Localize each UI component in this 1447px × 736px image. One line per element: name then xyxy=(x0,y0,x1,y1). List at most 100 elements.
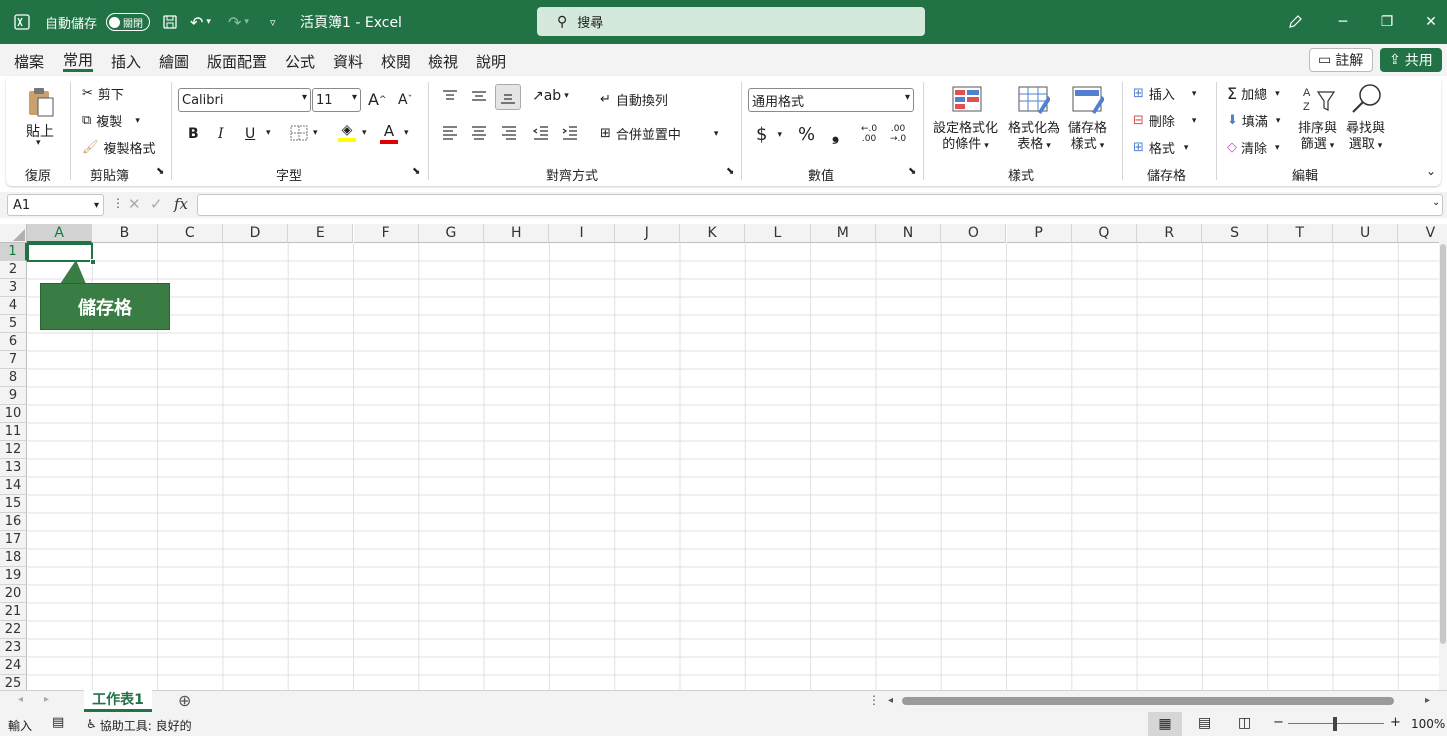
number-launcher-icon[interactable]: ⬊ xyxy=(908,166,916,177)
wrap-text-button[interactable]: ↵ 自動換列 xyxy=(600,90,668,109)
insert-cells-button[interactable]: ⊞ 插入 ▾ xyxy=(1133,84,1196,103)
font-launcher-icon[interactable]: ⬊ xyxy=(412,166,420,177)
column-header-a[interactable]: A xyxy=(27,224,93,243)
comma-button[interactable]: ❟ xyxy=(832,124,839,145)
page-break-view-icon[interactable]: ◫ xyxy=(1238,715,1251,731)
row-header-9[interactable]: 9 xyxy=(0,387,27,405)
sort-filter-button[interactable]: 排序與 篩選 ▾ xyxy=(1298,121,1337,154)
number-format-combo[interactable]: 通用格式 ▾ xyxy=(748,88,914,112)
row-header-7[interactable]: 7 xyxy=(0,351,27,369)
clear-button[interactable]: ◇ 清除 ▾ xyxy=(1227,138,1280,157)
fill-handle[interactable] xyxy=(90,259,96,265)
page-layout-view-icon[interactable]: ▤ xyxy=(1198,715,1211,731)
tab-view[interactable]: 檢視 xyxy=(428,50,458,72)
increase-decimal-button[interactable]: ←.0.00 xyxy=(861,124,877,144)
font-color-button[interactable]: A xyxy=(380,122,398,144)
paste-icon[interactable] xyxy=(26,86,56,118)
conditional-format-button[interactable]: 設定格式化 的條件 ▾ xyxy=(933,121,998,154)
borders-button[interactable]: ▾ xyxy=(289,124,318,142)
macro-record-icon[interactable]: ▤ xyxy=(52,715,64,730)
tab-draw[interactable]: 繪圖 xyxy=(159,50,189,72)
zoom-slider-thumb[interactable] xyxy=(1333,717,1337,731)
format-as-table-icon[interactable] xyxy=(1018,86,1050,114)
alignment-launcher-icon[interactable]: ⬊ xyxy=(726,166,734,177)
customize-toolbar-icon[interactable]: ▿ xyxy=(270,0,276,44)
column-header-k[interactable]: K xyxy=(680,224,746,243)
add-sheet-button[interactable]: ⊕ xyxy=(178,691,191,710)
column-header-g[interactable]: G xyxy=(418,224,485,243)
column-header-d[interactable]: D xyxy=(222,224,289,243)
format-as-table-button[interactable]: 格式化為 表格 ▾ xyxy=(1008,121,1060,154)
column-header-q[interactable]: Q xyxy=(1071,224,1138,243)
comments-button[interactable]: ▭ 註解 xyxy=(1309,48,1373,72)
share-button[interactable]: ⇪ 共用 xyxy=(1380,48,1442,72)
bold-button[interactable]: B xyxy=(188,126,199,142)
column-header-r[interactable]: R xyxy=(1137,224,1203,243)
ribbon-collapse-icon[interactable]: ⌄ xyxy=(1426,164,1436,178)
row-header-12[interactable]: 12 xyxy=(0,441,27,459)
formula-input[interactable] xyxy=(197,194,1443,216)
tab-help[interactable]: 說明 xyxy=(476,50,506,72)
copy-button[interactable]: ⧉ 複製 ▾ xyxy=(82,111,140,130)
scroll-right-icon[interactable]: ▸ xyxy=(1425,695,1430,706)
accessibility-status[interactable]: ♿ 協助工具: 良好的 xyxy=(86,717,192,734)
next-sheet-icon[interactable]: ▸ xyxy=(44,694,49,705)
font-size-combo[interactable]: 11 ▾ xyxy=(312,88,361,112)
row-header-8[interactable]: 8 xyxy=(0,369,27,387)
formula-expand-icon[interactable]: ⌄ xyxy=(1432,197,1440,208)
column-header-c[interactable]: C xyxy=(157,224,223,243)
row-header-13[interactable]: 13 xyxy=(0,459,27,477)
column-header-e[interactable]: E xyxy=(288,224,354,243)
align-right-icon[interactable] xyxy=(500,124,518,140)
tab-review[interactable]: 校閱 xyxy=(381,50,411,72)
fill-button[interactable]: ⬇ 填滿 ▾ xyxy=(1227,111,1280,130)
row-header-19[interactable]: 19 xyxy=(0,567,27,585)
scroll-split-icon[interactable]: ⋮ xyxy=(868,693,880,707)
column-header-u[interactable]: U xyxy=(1333,224,1399,243)
increase-indent-icon[interactable] xyxy=(561,124,579,140)
cell-styles-icon[interactable] xyxy=(1072,86,1104,114)
tab-page-layout[interactable]: 版面配置 xyxy=(207,50,267,72)
row-header-24[interactable]: 24 xyxy=(0,657,27,675)
tab-data[interactable]: 資料 xyxy=(333,50,363,72)
row-header-21[interactable]: 21 xyxy=(0,603,27,621)
row-header-3[interactable]: 3 xyxy=(0,279,27,297)
redo-icon[interactable]: ↷ ▾ xyxy=(228,0,249,44)
underline-dropdown-icon[interactable]: ▾ xyxy=(266,128,271,138)
column-header-j[interactable]: J xyxy=(614,224,680,243)
underline-button[interactable]: U xyxy=(245,126,255,142)
fill-color-dropdown-icon[interactable]: ▾ xyxy=(362,128,367,138)
row-header-11[interactable]: 11 xyxy=(0,423,27,441)
formula-more-icon[interactable]: ⋮ xyxy=(112,196,124,210)
font-color-dropdown-icon[interactable]: ▾ xyxy=(404,128,409,138)
italic-button[interactable]: I xyxy=(218,126,224,142)
align-top-icon[interactable] xyxy=(441,88,459,104)
vertical-scrollbar-thumb[interactable] xyxy=(1440,244,1446,644)
row-header-15[interactable]: 15 xyxy=(0,495,27,513)
tab-formulas[interactable]: 公式 xyxy=(285,50,315,72)
format-cells-button[interactable]: ⊞ 格式 ▾ xyxy=(1133,138,1188,157)
sheet-tab-1[interactable]: 工作表1 xyxy=(84,690,152,712)
row-header-18[interactable]: 18 xyxy=(0,549,27,567)
row-header-22[interactable]: 22 xyxy=(0,621,27,639)
percent-button[interactable]: % xyxy=(798,124,815,145)
row-header-6[interactable]: 6 xyxy=(0,333,27,351)
column-header-p[interactable]: P xyxy=(1006,224,1072,243)
column-header-n[interactable]: N xyxy=(875,224,942,243)
shrink-font-button[interactable]: Aˇ xyxy=(398,92,412,108)
row-header-2[interactable]: 2 xyxy=(0,261,27,279)
find-select-button[interactable]: 尋找與 選取 ▾ xyxy=(1346,121,1385,154)
cut-button[interactable]: ✂ 剪下 xyxy=(82,84,124,103)
column-header-b[interactable]: B xyxy=(92,224,158,243)
row-header-23[interactable]: 23 xyxy=(0,639,27,657)
row-header-14[interactable]: 14 xyxy=(0,477,27,495)
align-bottom-icon[interactable] xyxy=(495,84,521,110)
column-header-m[interactable]: M xyxy=(810,224,876,243)
tab-home[interactable]: 常用 xyxy=(63,50,94,72)
worksheet-grid[interactable]: ABCDEFGHIJKLMNOPQRSTUV 1 2 3 4 5 6 7 8 9 10 11 12 13… xyxy=(0,224,1447,690)
minimize-button[interactable]: ─ xyxy=(1320,0,1366,44)
merge-center-button[interactable]: ⊞ 合併並置中 ▾ xyxy=(600,124,718,143)
column-header-l[interactable]: L xyxy=(745,224,811,243)
normal-view-icon[interactable]: ▦ xyxy=(1148,712,1182,736)
align-left-icon[interactable] xyxy=(441,124,459,140)
